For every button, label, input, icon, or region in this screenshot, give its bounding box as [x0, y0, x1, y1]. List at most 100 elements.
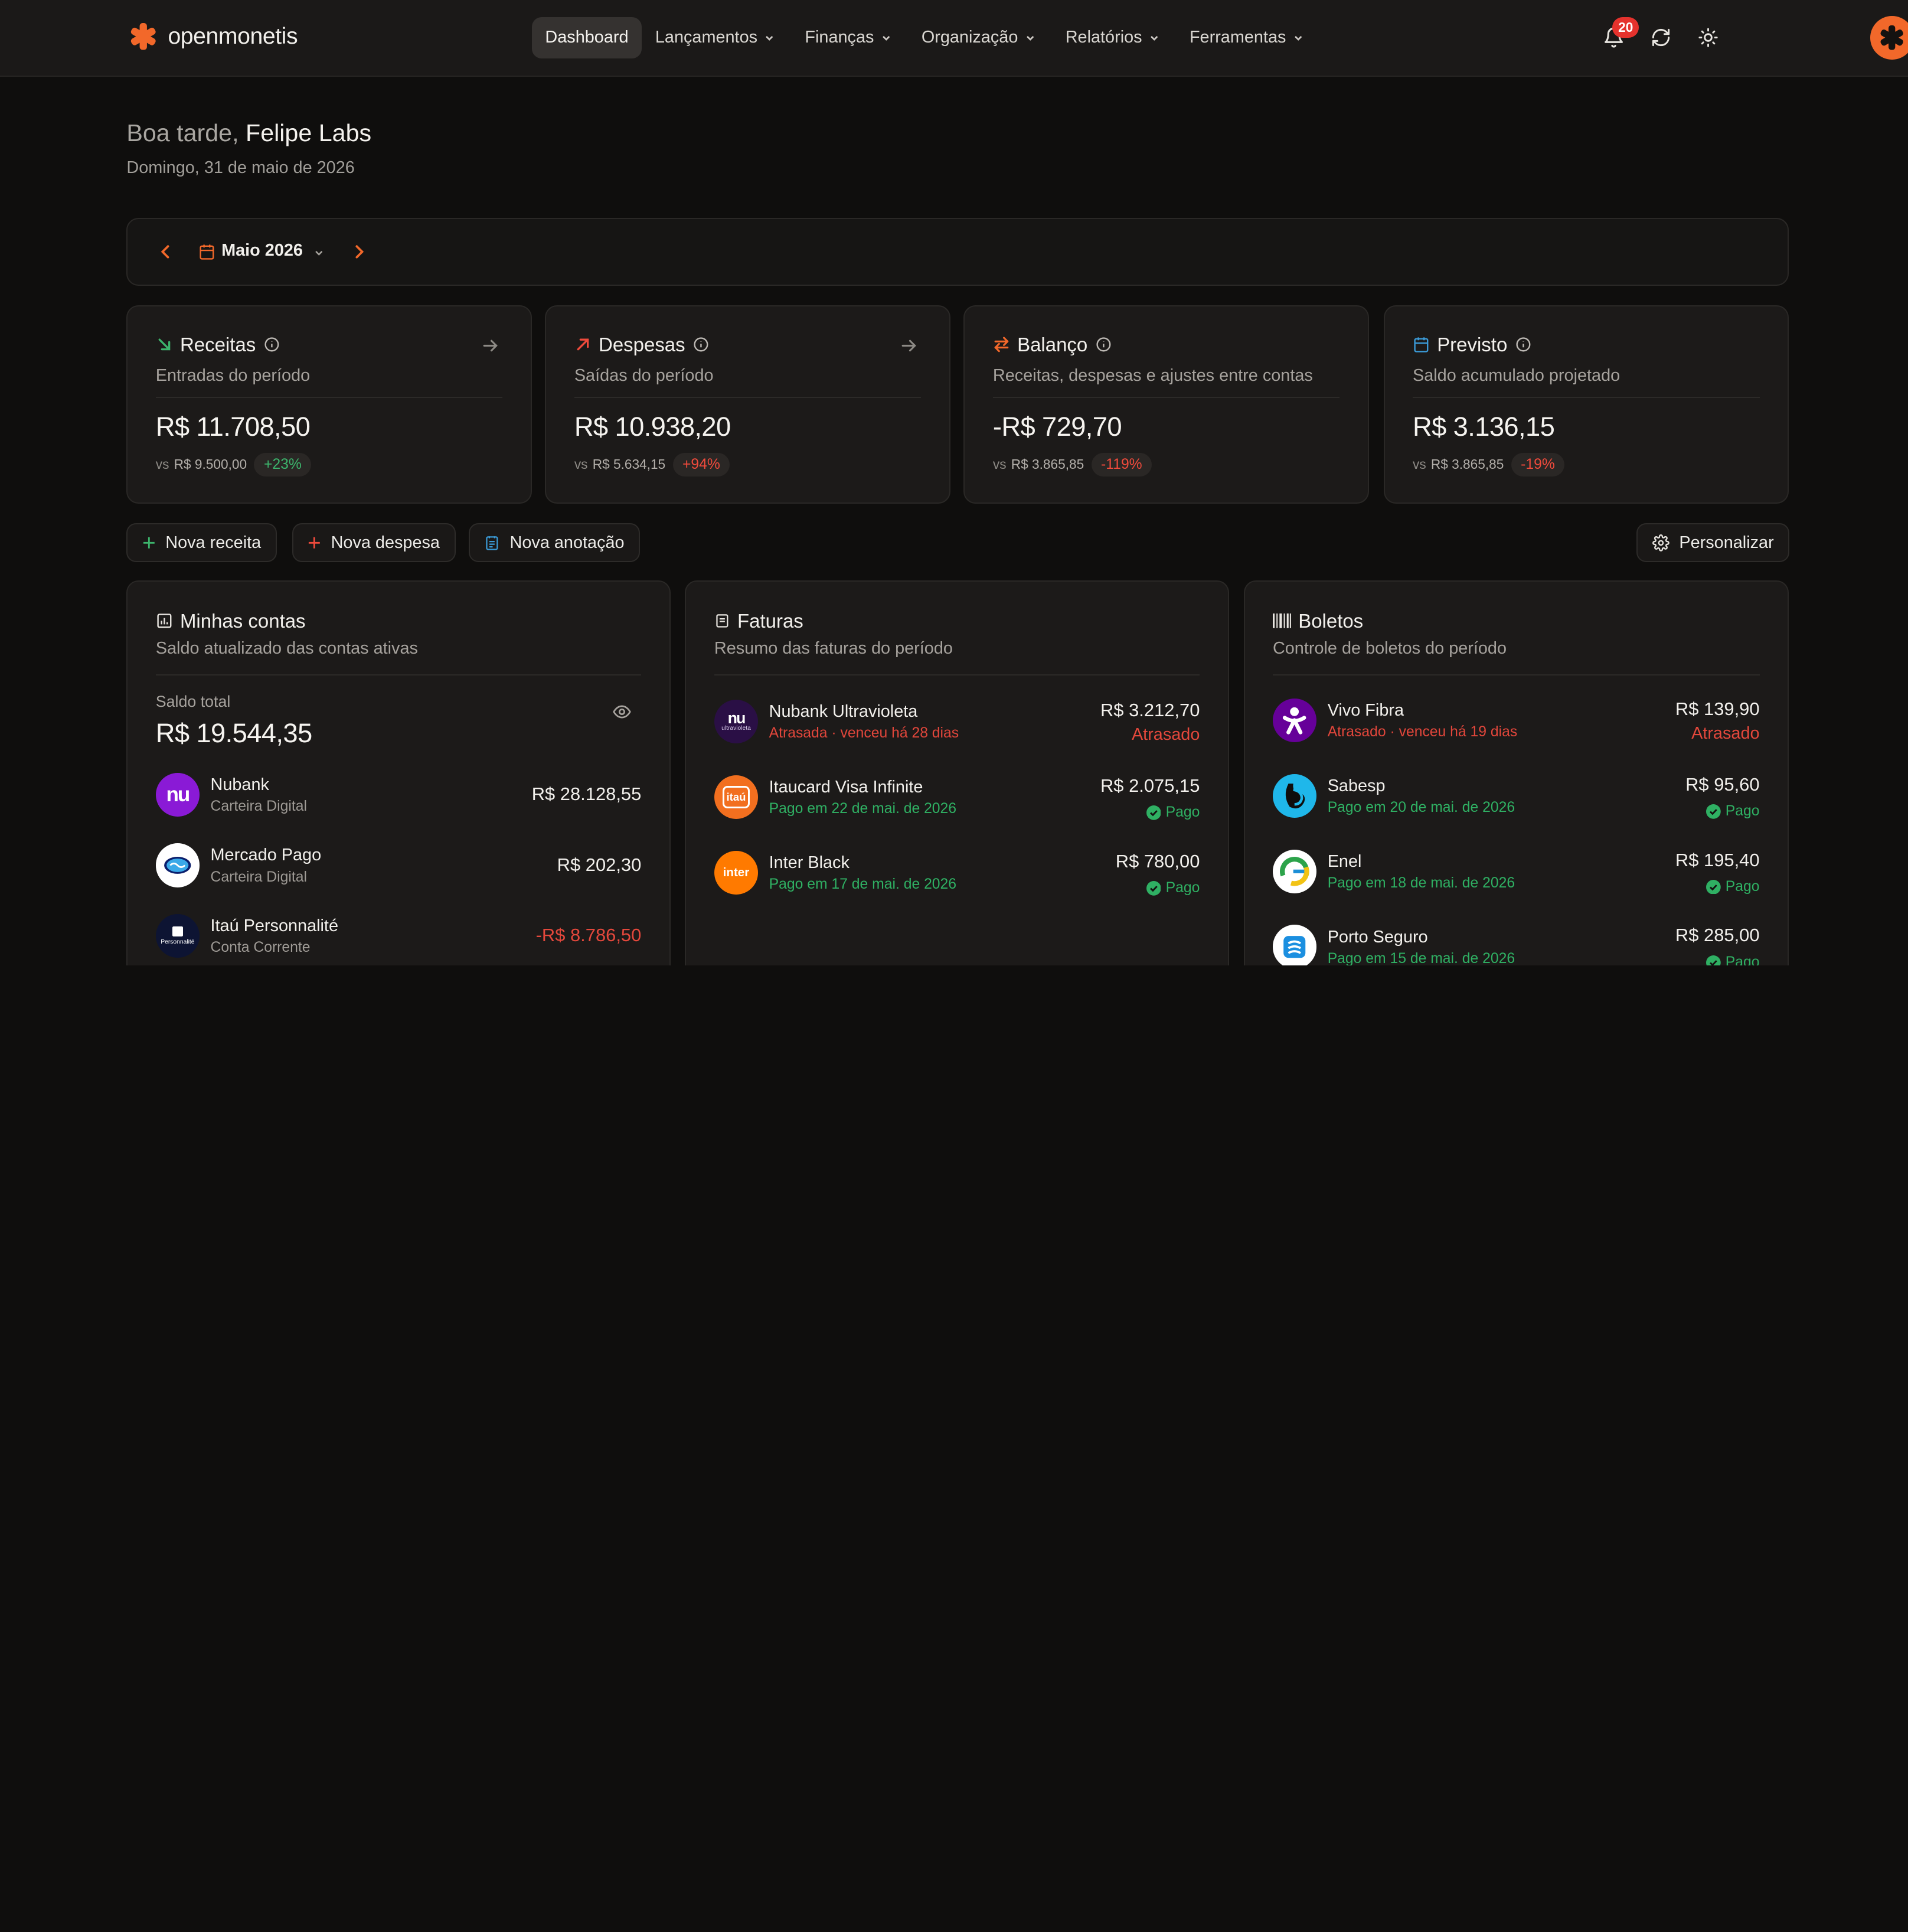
note-icon: [486, 536, 498, 550]
sabesp-wave-icon: [1286, 784, 1305, 809]
info-icon[interactable]: [1095, 336, 1112, 353]
arrow-down-right-icon: [158, 338, 171, 351]
bill-detail: Atrasado · venceu há 19 dias: [1327, 724, 1518, 740]
expense-card: Despesas Saídas do período R$ 10.938,20 …: [545, 305, 950, 504]
new-expense-label: Nova despesa: [331, 533, 440, 552]
calendar-icon: [1414, 337, 1429, 353]
vivo-person-icon: [1283, 707, 1306, 735]
invoice-row-nubank-ultravioleta[interactable]: nu ultravioleta Nubank Ultravioleta Atra…: [714, 700, 1200, 751]
income-subtitle: Entradas do período: [155, 366, 311, 386]
nubank-ultravioleta-logo: nu ultravioleta: [714, 700, 759, 744]
vivo-logo: [1272, 699, 1317, 743]
forecast-value: R$ 3.136,15: [1412, 411, 1555, 442]
info-icon[interactable]: [263, 336, 280, 353]
chevron-down-icon[interactable]: [314, 248, 324, 257]
account-row-mercado-pago[interactable]: Mercado Pago Carteira Digital R$ 202,30: [155, 843, 641, 895]
bill-row-enel[interactable]: Enel Pago em 18 de mai. de 2026 R$ 195,4…: [1272, 849, 1760, 901]
chevron-right-icon[interactable]: [351, 243, 368, 260]
invoice-row-itaucard[interactable]: itaú Itaucard Visa Infinite Pago em 22 d…: [714, 775, 1200, 827]
gear-icon: [1652, 534, 1670, 551]
bills-title: Boletos: [1298, 609, 1364, 632]
notifications-button[interactable]: 20: [1599, 17, 1639, 52]
bill-row-vivo-fibra[interactable]: Vivo Fibra Atrasado · venceu há 19 dias …: [1272, 699, 1760, 750]
invoice-row-inter-black[interactable]: inter Inter Black Pago em 17 de mai. de …: [714, 850, 1200, 902]
bar-chart-icon: [157, 613, 172, 628]
bills-subtitle: Controle de boletos do período: [1272, 639, 1507, 658]
divider: [155, 396, 503, 398]
check-circle-icon: [1706, 879, 1721, 895]
top-bar: openmonetis Dashboard Lançamentos Finanç…: [0, 0, 1908, 77]
income-comparison: vs R$ 9.500,00 +23%: [155, 452, 312, 477]
brand-logo[interactable]: openmonetis: [129, 22, 298, 51]
sabesp-logo: [1272, 774, 1317, 818]
income-card: Receitas Entradas do período R$ 11.708,5…: [126, 305, 532, 504]
porto-seguro-logo: [1272, 925, 1317, 965]
new-expense-button[interactable]: Nova despesa: [292, 523, 456, 563]
receipt-icon: [716, 614, 728, 628]
bill-row-porto-seguro[interactable]: Porto Seguro Pago em 15 de mai. de 2026 …: [1272, 925, 1760, 965]
divider: [1412, 396, 1760, 398]
account-row-itau-personnalite[interactable]: Personnalité Itaú Personnalité Conta Cor…: [155, 913, 641, 965]
chevron-down-icon: [1294, 35, 1302, 41]
total-balance-value: R$ 19.544,35: [155, 718, 312, 749]
header-actions: 20: [1599, 15, 1908, 60]
bill-amount: R$ 285,00: [1675, 925, 1760, 946]
bill-amount: R$ 195,40: [1675, 849, 1760, 870]
itau-personnalite-logo: Personnalité: [155, 913, 200, 958]
invoice-status: Pago: [1146, 804, 1200, 821]
invoice-status-label: Pago: [1165, 880, 1200, 896]
divider: [714, 674, 1200, 675]
accounts-title: Minhas contas: [179, 609, 306, 632]
account-amount: R$ 28.128,55: [531, 784, 642, 805]
eye-icon[interactable]: [612, 702, 632, 722]
bill-status: Atrasado: [1691, 724, 1760, 743]
itau-mark-icon: [172, 926, 184, 936]
handshake-icon: [164, 857, 191, 874]
vs-label: vs: [155, 456, 169, 472]
info-icon[interactable]: [1515, 336, 1532, 353]
chevron-left-icon[interactable]: [157, 243, 174, 260]
nav-organizacao[interactable]: Organização: [908, 17, 1052, 58]
balance-value: -R$ 729,70: [992, 411, 1122, 442]
arrow-right-icon[interactable]: [900, 337, 917, 354]
theme-toggle-button[interactable]: [1694, 23, 1723, 52]
invoice-name: Inter Black: [769, 853, 850, 872]
invoice-detail: Pago em 22 de mai. de 2026: [769, 801, 957, 817]
nav-lancamentos[interactable]: Lançamentos: [642, 17, 792, 58]
nav-financas[interactable]: Finanças: [792, 17, 908, 58]
account-name: Itaú Personnalité: [210, 916, 338, 935]
invoice-amount: R$ 780,00: [1115, 850, 1200, 872]
nav-dashboard[interactable]: Dashboard: [531, 17, 642, 58]
income-value: R$ 11.708,50: [155, 411, 311, 442]
user-avatar[interactable]: [1870, 15, 1908, 60]
bill-row-sabesp[interactable]: Sabesp Pago em 20 de mai. de 2026 R$ 95,…: [1272, 774, 1760, 825]
divider: [1272, 674, 1760, 675]
vs-label: vs: [992, 456, 1007, 472]
nav-financas-label: Finanças: [805, 28, 874, 47]
balance-change-badge: -119%: [1091, 452, 1152, 477]
nav-ferramentas[interactable]: Ferramentas: [1176, 17, 1320, 58]
new-income-button[interactable]: Nova receita: [126, 523, 277, 563]
bill-amount: R$ 95,60: [1685, 774, 1760, 795]
customize-button[interactable]: Personalizar: [1636, 523, 1790, 563]
refresh-button[interactable]: [1646, 23, 1675, 52]
calendar-icon: [200, 244, 214, 260]
bill-detail: Pago em 20 de mai. de 2026: [1327, 799, 1515, 816]
info-icon[interactable]: [692, 336, 710, 353]
vs-label: vs: [1412, 456, 1426, 472]
bill-status-label: Pago: [1725, 803, 1760, 820]
period-label[interactable]: Maio 2026: [221, 241, 303, 260]
bill-detail: Pago em 15 de mai. de 2026: [1327, 950, 1515, 965]
inter-logo: inter: [714, 850, 759, 895]
invoice-amount: R$ 2.075,15: [1100, 775, 1200, 796]
asterisk-logo-icon: [131, 23, 156, 50]
bill-status: Pago: [1706, 879, 1760, 895]
new-note-button[interactable]: Nova anotação: [468, 523, 641, 563]
bill-name: Porto Seguro: [1327, 927, 1428, 947]
nav-relatorios[interactable]: Relatórios: [1052, 17, 1176, 58]
swap-icon: [994, 337, 1009, 353]
account-row-nubank[interactable]: nu Nubank Carteira Digital R$ 28.128,55: [155, 772, 642, 824]
new-income-label: Nova receita: [165, 533, 262, 552]
expense-comparison: vs R$ 5.634,15 +94%: [574, 452, 730, 477]
arrow-right-icon[interactable]: [482, 337, 499, 354]
